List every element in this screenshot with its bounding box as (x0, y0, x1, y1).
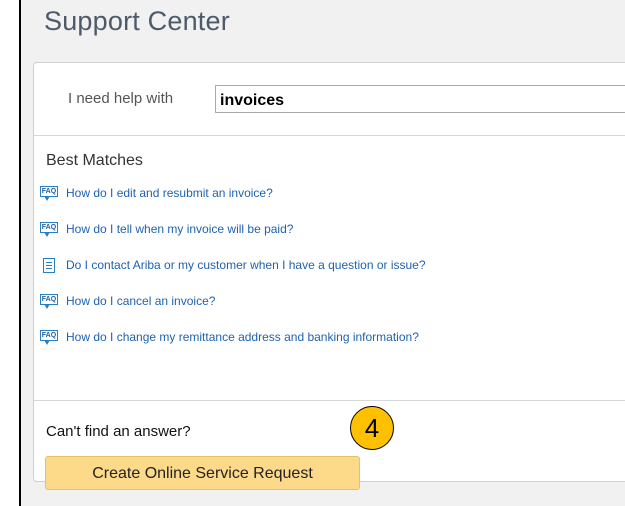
create-service-request-button[interactable]: Create Online Service Request (45, 456, 360, 490)
search-label: I need help with (68, 90, 174, 107)
best-matches-heading: Best Matches (46, 152, 143, 169)
search-input[interactable] (215, 85, 625, 113)
list-item[interactable]: FAQ How do I change my remittance addres… (40, 327, 419, 347)
match-link[interactable]: How do I cancel an invoice? (66, 294, 215, 308)
faq-icon: FAQ (40, 293, 58, 309)
document-icon (43, 257, 55, 273)
cant-find-answer-text: Can't find an answer? (46, 423, 191, 440)
faq-icon: FAQ (40, 329, 58, 345)
footer-section: Can't find an answer? Create Online Serv… (34, 400, 625, 490)
support-panel: I need help with Best Matches FAQ How do… (33, 62, 625, 490)
faq-icon: FAQ (40, 221, 58, 237)
list-item[interactable]: FAQ How do I cancel an invoice? (40, 291, 215, 311)
match-link[interactable]: How do I edit and resubmit an invoice? (66, 186, 273, 200)
match-link[interactable]: Do I contact Ariba or my customer when I… (66, 258, 426, 272)
list-item[interactable]: FAQ How do I edit and resubmit an invoic… (40, 183, 273, 203)
page-title: Support Center (44, 6, 230, 36)
step-number-badge: 4 (350, 406, 394, 450)
list-item[interactable]: FAQ How do I tell when my invoice will b… (40, 219, 293, 239)
match-link[interactable]: How do I change my remittance address an… (66, 330, 419, 344)
list-item[interactable]: Do I contact Ariba or my customer when I… (40, 255, 426, 275)
match-link[interactable]: How do I tell when my invoice will be pa… (66, 222, 293, 236)
faq-icon: FAQ (40, 185, 58, 201)
search-row: I need help with (34, 63, 625, 136)
